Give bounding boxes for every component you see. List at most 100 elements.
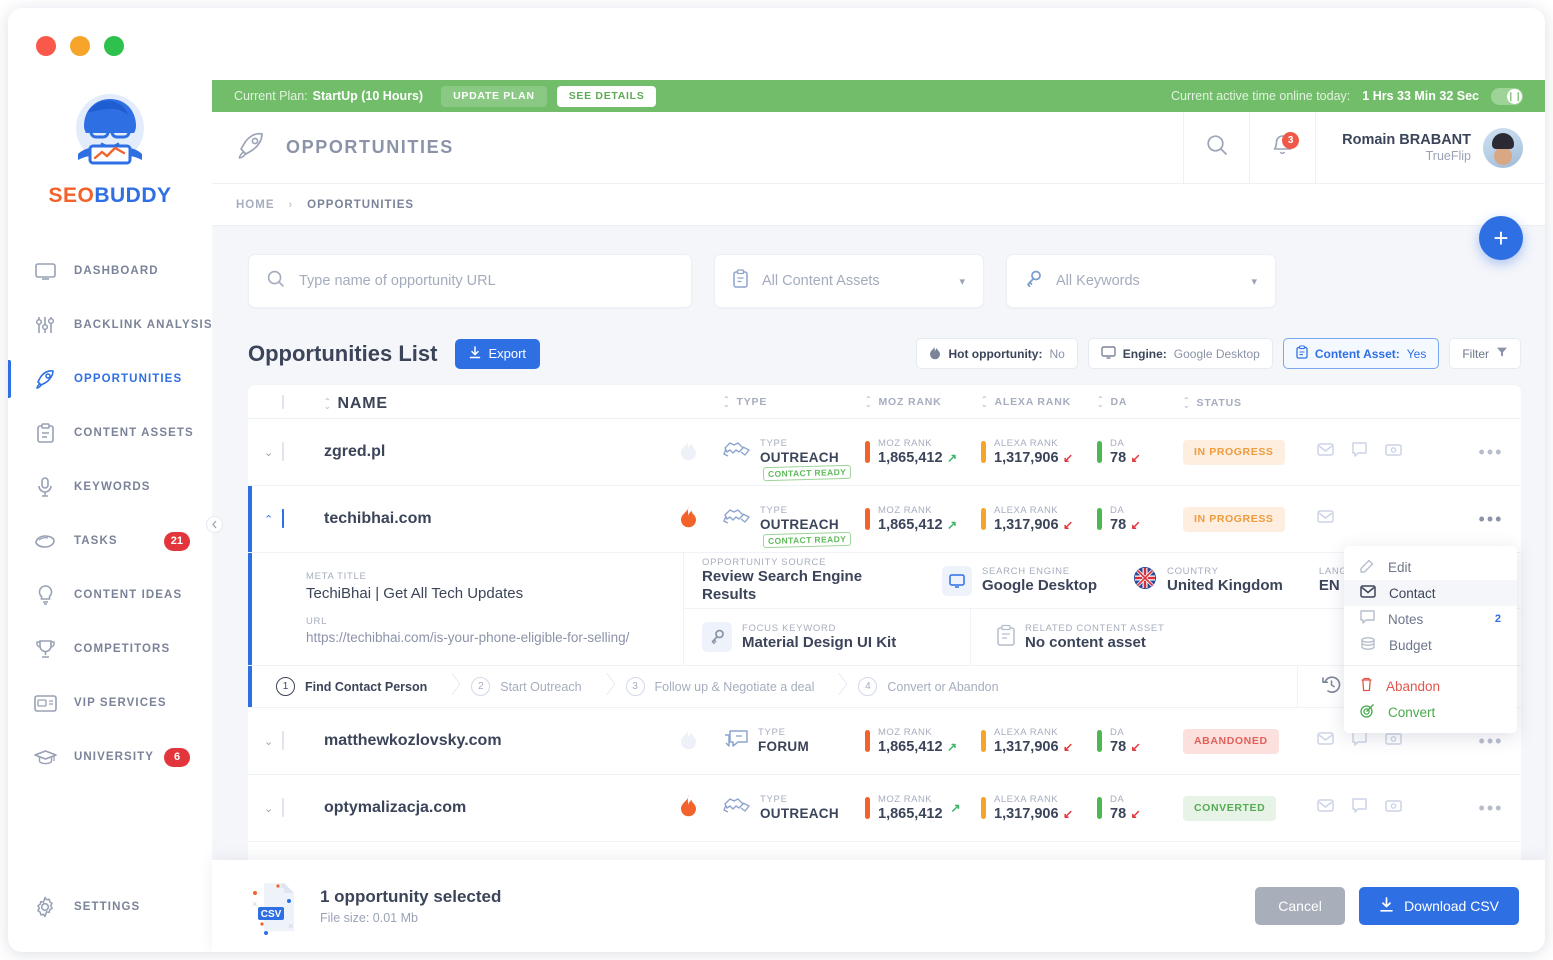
row-name: matthewkozlovsky.com bbox=[314, 732, 653, 750]
opportunities-table-scroll[interactable]: ⌃⌄NAME ⌃⌄TYPE ⌃⌄MOZ RANK ⌃⌄ALEXA RANK ⌃⌄… bbox=[248, 369, 1521, 861]
menu-item-contact[interactable]: Contact bbox=[1344, 580, 1517, 606]
menu-item-abandon[interactable]: Abandon bbox=[1344, 673, 1517, 699]
content-assets-select[interactable]: All Content Assets ▾ bbox=[714, 254, 984, 308]
alexa-rank-label: ALEXA RANK bbox=[994, 794, 1073, 805]
step-1[interactable]: 1 Find Contact Person bbox=[248, 666, 453, 708]
minimize-window-button[interactable] bbox=[70, 36, 90, 56]
chip-content-asset[interactable]: Content Asset: Yes bbox=[1283, 338, 1439, 369]
menu-item-notes[interactable]: Notes 2 bbox=[1344, 606, 1517, 632]
budget-icon[interactable] bbox=[1385, 732, 1402, 750]
mail-icon[interactable] bbox=[1317, 732, 1334, 750]
breadcrumb-home[interactable]: HOME bbox=[236, 199, 275, 211]
keywords-select[interactable]: All Keywords ▾ bbox=[1006, 254, 1276, 308]
add-opportunity-button[interactable]: + bbox=[1479, 216, 1523, 260]
note-icon[interactable] bbox=[1352, 731, 1367, 751]
header-status[interactable]: ⌃⌄STATUS bbox=[1183, 394, 1311, 409]
maximize-window-button[interactable] bbox=[104, 36, 124, 56]
row-expand-toggle[interactable]: ⌄ bbox=[248, 802, 282, 815]
sidebar-item-label: OPPORTUNITIES bbox=[74, 373, 182, 385]
timer-pause-toggle[interactable]: ❙❙ bbox=[1491, 88, 1523, 105]
download-csv-button[interactable]: Download CSV bbox=[1359, 887, 1519, 925]
sidebar-item-vip-services[interactable]: VIP SERVICES bbox=[8, 676, 212, 730]
row-menu-button[interactable]: ••• bbox=[1461, 731, 1521, 752]
sidebar-item-dashboard[interactable]: DASHBOARD bbox=[8, 244, 212, 298]
meta-title-label: META TITLE bbox=[306, 571, 659, 582]
menu-item-label: Edit bbox=[1388, 560, 1411, 575]
search-input-wrapper[interactable]: Type name of opportunity URL bbox=[248, 254, 692, 308]
select-all-checkbox[interactable] bbox=[282, 395, 284, 409]
mail-icon[interactable] bbox=[1317, 510, 1334, 528]
sidebar-item-competitors[interactable]: COMPETITORS bbox=[8, 622, 212, 676]
row-checkbox[interactable] bbox=[282, 509, 284, 528]
search-input[interactable]: Type name of opportunity URL bbox=[299, 273, 496, 289]
table-row[interactable]: ⌄ matthewkozlovsky.com TYPE FORUM bbox=[248, 708, 1521, 775]
row-expand-toggle[interactable]: ⌄ bbox=[248, 735, 282, 748]
header-name[interactable]: ⌃⌄NAME bbox=[314, 391, 653, 413]
funnel-icon bbox=[1496, 346, 1508, 361]
clipboard-icon bbox=[1296, 345, 1308, 362]
url-value[interactable]: https://techibhai.com/is-your-phone-elig… bbox=[306, 630, 659, 645]
step-2[interactable]: 2 Start Outreach bbox=[453, 666, 607, 708]
search-button[interactable] bbox=[1183, 112, 1249, 184]
row-expand-toggle[interactable]: ⌄ bbox=[248, 446, 282, 459]
export-button[interactable]: Export bbox=[455, 339, 540, 369]
table-row[interactable]: ⌄ zgred.pl TYPE BLOG bbox=[248, 842, 1521, 861]
row-collapse-toggle[interactable]: ⌃ bbox=[248, 513, 282, 526]
sidebar-item-keywords[interactable]: KEYWORDS bbox=[8, 460, 212, 514]
sidebar-item-tasks[interactable]: TASKS 21 bbox=[8, 514, 212, 568]
note-icon[interactable] bbox=[1352, 798, 1367, 818]
table-row[interactable]: ⌃ techibhai.com TYPE OU bbox=[248, 486, 1521, 553]
chip-engine[interactable]: Engine: Google Desktop bbox=[1088, 338, 1273, 369]
user-menu[interactable]: Romain BRABANT TrueFlip bbox=[1315, 112, 1545, 184]
update-plan-button[interactable]: UPDATE PLAN bbox=[441, 86, 547, 107]
alexa-rank-bar bbox=[981, 508, 986, 530]
header-moz-rank[interactable]: ⌃⌄MOZ RANK bbox=[865, 396, 981, 408]
note-icon[interactable] bbox=[1352, 442, 1367, 462]
sidebar-collapse-toggle[interactable] bbox=[206, 516, 223, 533]
step-3[interactable]: 3 Follow up & Negotiate a deal bbox=[608, 666, 841, 708]
row-menu-button[interactable]: ••• bbox=[1461, 442, 1521, 463]
plan-timer-group: Current active time online today: 1 Hrs … bbox=[1171, 88, 1523, 105]
mail-icon[interactable] bbox=[1317, 799, 1334, 817]
sidebar-item-content-ideas[interactable]: CONTENT IDEAS bbox=[8, 568, 212, 622]
header-da[interactable]: ⌃⌄DA bbox=[1097, 396, 1183, 408]
sidebar-item-backlink-analysis[interactable]: BACKLINK ANALYSIS bbox=[8, 298, 212, 352]
table-row[interactable]: ⌄ optymalizacja.com TYPE OUTREACH bbox=[248, 775, 1521, 842]
sidebar-item-opportunities[interactable]: OPPORTUNITIES bbox=[8, 352, 212, 406]
row-checkbox[interactable] bbox=[282, 798, 284, 817]
close-window-button[interactable] bbox=[36, 36, 56, 56]
see-details-button[interactable]: SEE DETAILS bbox=[557, 86, 657, 107]
mail-icon[interactable] bbox=[1317, 443, 1334, 461]
step-4[interactable]: 4 Convert or Abandon bbox=[840, 666, 1024, 708]
history-icon[interactable] bbox=[1322, 675, 1341, 699]
notifications-button[interactable]: 3 bbox=[1249, 112, 1315, 184]
sidebar-item-university[interactable]: UNIVERSITY 6 bbox=[8, 730, 212, 784]
header-label: STATUS bbox=[1197, 397, 1242, 409]
sidebar-item-settings[interactable]: SETTINGS bbox=[8, 880, 212, 934]
table-row[interactable]: ⌄ zgred.pl TYPE OUTREAC bbox=[248, 419, 1521, 486]
filter-button[interactable]: Filter bbox=[1449, 338, 1521, 369]
row-checkbox[interactable] bbox=[282, 442, 284, 461]
row-context-menu: Edit Contact Notes 2 Budget Abandon bbox=[1344, 546, 1517, 733]
row-menu-button[interactable]: ••• bbox=[1461, 509, 1521, 530]
uk-flag-icon bbox=[1133, 566, 1157, 595]
moz-rank-bar bbox=[865, 797, 870, 819]
chip-hot-opportunity[interactable]: Hot opportunity: No bbox=[916, 338, 1077, 369]
row-status: IN PROGRESS bbox=[1183, 440, 1311, 465]
header-type[interactable]: ⌃⌄TYPE bbox=[723, 396, 865, 408]
cancel-button[interactable]: Cancel bbox=[1255, 887, 1345, 925]
budget-icon[interactable] bbox=[1385, 799, 1402, 817]
menu-item-budget[interactable]: Budget bbox=[1344, 632, 1517, 658]
header-alexa-rank[interactable]: ⌃⌄ALEXA RANK bbox=[981, 396, 1097, 408]
budget-icon[interactable] bbox=[1385, 443, 1402, 461]
focus-keyword-label: FOCUS KEYWORD bbox=[742, 623, 896, 634]
sidebar-item-content-assets[interactable]: CONTENT ASSETS bbox=[8, 406, 212, 460]
row-menu-button[interactable]: ••• bbox=[1461, 798, 1521, 819]
sidebar-item-label: COMPETITORS bbox=[74, 643, 170, 655]
row-alexa-rank: ALEXA RANK 1,317,906 ↙ bbox=[981, 794, 1097, 823]
brand-logo[interactable]: SEOBUDDY bbox=[8, 86, 212, 208]
menu-item-convert[interactable]: Convert bbox=[1344, 699, 1517, 725]
row-checkbox[interactable] bbox=[282, 731, 284, 750]
pencil-icon bbox=[1360, 558, 1375, 576]
menu-item-edit[interactable]: Edit bbox=[1344, 554, 1517, 580]
